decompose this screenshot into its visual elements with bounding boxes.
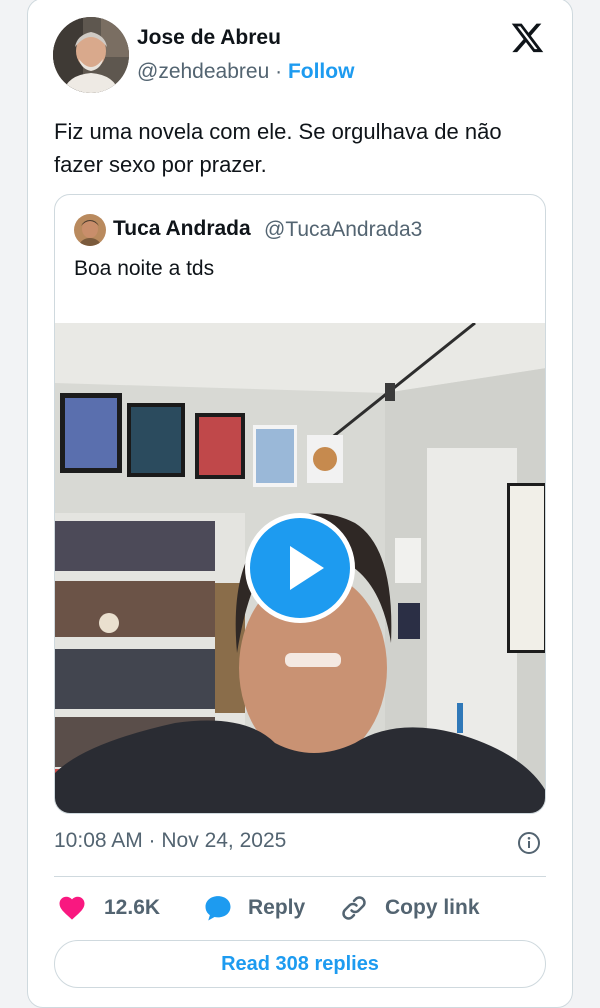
quoted-tweet-text: Boa noite a tds [74,257,215,280]
reply-label: Reply [248,896,306,919]
copy-link-button[interactable]: Copy link [338,893,488,923]
speech-bubble-icon [205,896,231,921]
quoted-author-avatar[interactable] [74,214,106,246]
author-avatar[interactable] [53,17,129,93]
author-handle[interactable]: @zehdeabreu [137,60,269,83]
link-icon [342,896,366,920]
heart-icon [59,896,85,920]
like-count: 12.6K [104,896,161,919]
video-player[interactable] [55,321,545,813]
quoted-tweet[interactable]: Tuca Andrada @TucaAndrada3 Boa noite a t… [54,194,546,814]
copy-link-label: Copy link [385,896,480,919]
divider [54,876,546,877]
play-button[interactable] [245,513,355,623]
play-icon [290,546,324,590]
x-logo-icon[interactable] [510,20,545,55]
tweet-timestamp[interactable]: 10:08 AM · Nov 24, 2025 [54,829,286,853]
follow-button[interactable]: Follow [288,60,355,83]
like-button[interactable]: 12.6K [56,893,166,923]
quoted-author-handle[interactable]: @TucaAndrada3 [264,218,422,242]
reply-button[interactable]: Reply [202,893,312,923]
info-icon[interactable] [517,831,541,855]
tweet-text: Fiz uma novela com ele. Se orgulhava de … [54,119,502,177]
handle-separator: · [275,60,283,83]
read-replies-button[interactable]: Read 308 replies [54,940,546,988]
author-name[interactable]: Jose de Abreu [137,26,281,50]
quoted-author-name[interactable]: Tuca Andrada [113,217,251,241]
author-handle-row: @zehdeabreu · Follow [137,60,354,84]
